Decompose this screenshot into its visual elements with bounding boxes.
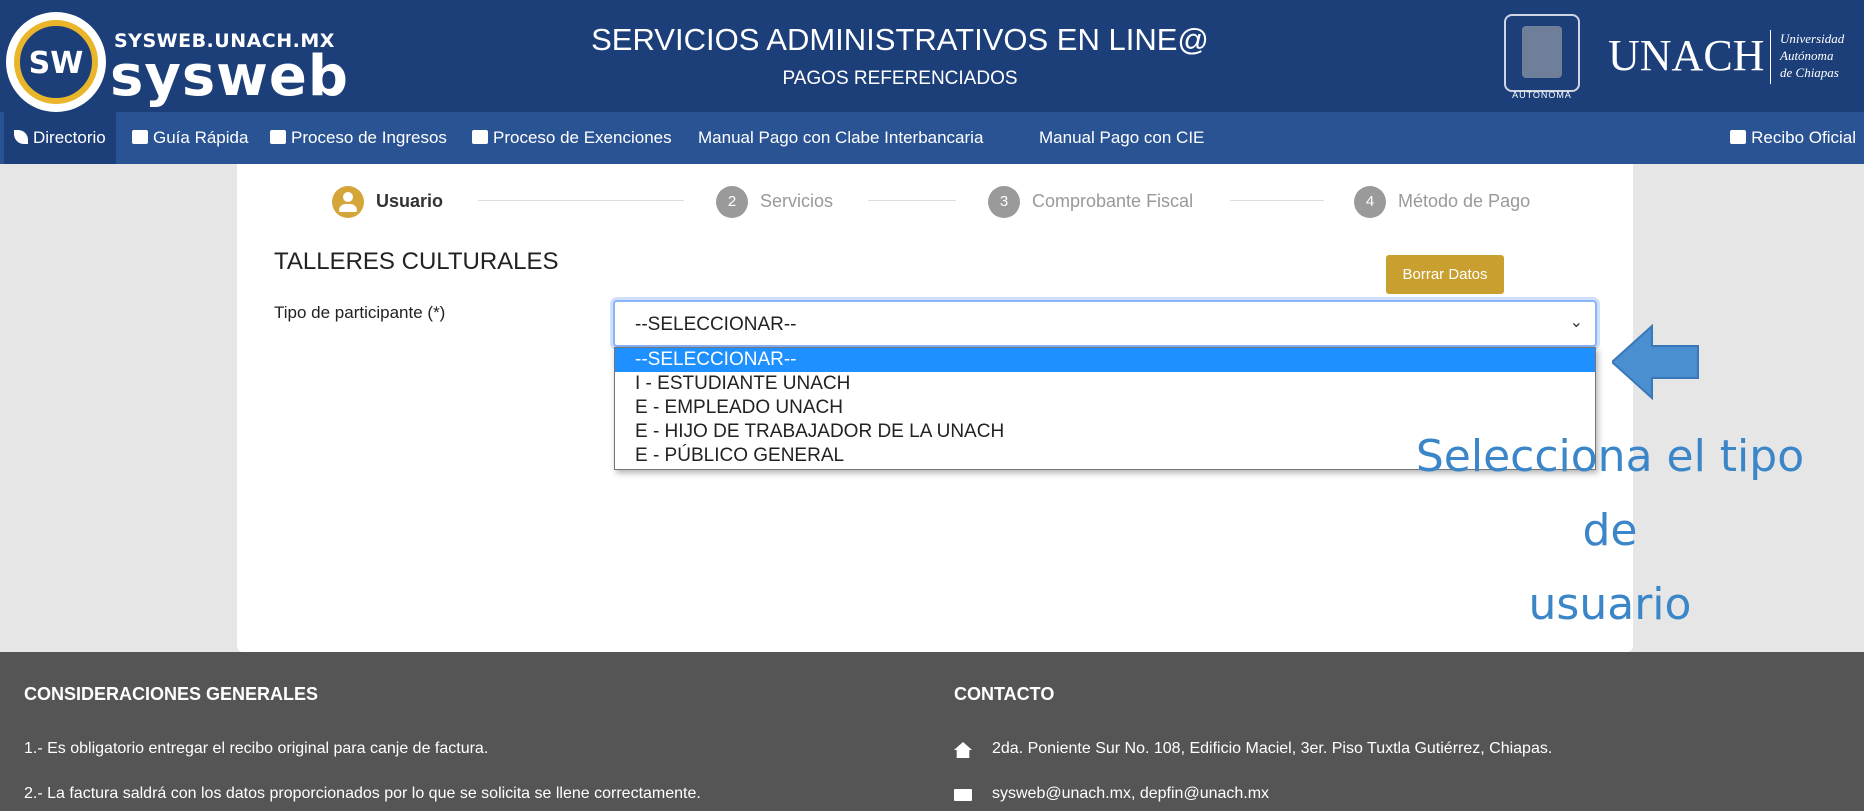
document-icon xyxy=(270,130,286,144)
page-subtitle: PAGOS REFERENCIADOS xyxy=(782,68,1018,89)
step-number: 3 xyxy=(988,186,1020,219)
nav-label: Recibo Oficial xyxy=(1751,128,1856,147)
step-label: Método de Pago xyxy=(1398,191,1531,211)
university-full-name: Universidad Autónoma de Chiapas xyxy=(1780,30,1844,81)
contact-email[interactable]: sysweb@unach.mx, depfin@unach.mx xyxy=(992,785,1269,803)
contact-address: 2da. Poniente Sur No. 108, Edificio Maci… xyxy=(992,740,1553,757)
phone-icon xyxy=(14,130,28,144)
consideration-item: 2.- La factura saldrá con los datos prop… xyxy=(24,785,701,802)
document-icon xyxy=(1730,130,1747,144)
university-line-1: Universidad xyxy=(1780,31,1845,46)
step-connector xyxy=(1230,200,1324,201)
user-icon xyxy=(332,186,364,219)
university-line-3: de Chiapas xyxy=(1780,65,1839,80)
consideration-item: 1.- Es obligatorio entregar el recibo or… xyxy=(24,740,489,757)
nav-directorio[interactable]: Directorio xyxy=(4,112,116,164)
nav-recibo-oficial[interactable]: Recibo Oficial xyxy=(1730,112,1856,164)
nav-manual-clabe[interactable]: Manual Pago con Clabe Interbancaria xyxy=(698,112,984,289)
nav-proceso-exenciones[interactable]: Proceso de Exenciones xyxy=(472,112,672,164)
step-label: Usuario xyxy=(376,191,444,211)
step-number: 2 xyxy=(716,186,748,219)
page-title: SERVICIOS ADMINISTRATIVOS EN LINE@ xyxy=(591,22,1209,57)
clear-data-button[interactable]: Borrar Datos xyxy=(1386,255,1504,294)
seal-label: AUTONOMA xyxy=(1512,90,1572,100)
sysweb-logo[interactable]: SW SYSWEB.UNACH.MX sysweb xyxy=(6,8,348,112)
step-usuario[interactable]: Usuario xyxy=(332,186,444,219)
select-current-value: --SELECCIONAR-- xyxy=(635,314,797,335)
nav-proceso-ingresos[interactable]: Proceso de Ingresos xyxy=(270,112,447,164)
unach-seal-icon: AUTONOMA xyxy=(1496,10,1588,100)
book-icon xyxy=(132,130,148,144)
nav-manual-cie[interactable]: Manual Pago con CIE xyxy=(1039,112,1294,289)
participant-type-select[interactable]: --SELECCIONAR-- ⌄ xyxy=(613,300,1597,347)
logo-badge-text: SW xyxy=(28,46,84,81)
nav-label: Directorio xyxy=(33,128,106,147)
instruction-annotation: Selecciona el tipo de usuario xyxy=(1400,420,1820,642)
university-acronym: UNACH xyxy=(1608,31,1765,80)
annotation-line-1: Selecciona el tipo de xyxy=(1415,431,1805,556)
university-line-2: Autónoma xyxy=(1780,48,1834,63)
logo-name-text: sysweb xyxy=(110,44,349,109)
envelope-icon xyxy=(954,789,972,801)
step-connector xyxy=(868,200,956,201)
section-title: TALLERES CULTURALES xyxy=(274,248,559,275)
nav-label: Manual Pago con CIE xyxy=(1039,128,1205,147)
site-header: SW SYSWEB.UNACH.MX sysweb SERVICIOS ADMI… xyxy=(0,0,1864,112)
nav-guia-rapida[interactable]: Guía Rápida xyxy=(132,112,248,164)
nav-label: Proceso de Ingresos xyxy=(291,128,447,147)
nav-label: Manual Pago con Clabe Interbancaria xyxy=(698,128,984,147)
contact-heading: CONTACTO xyxy=(954,684,1055,704)
step-label: Servicios xyxy=(760,191,834,211)
option-seleccionar[interactable]: --SELECCIONAR-- xyxy=(615,348,1595,372)
nav-label: Guía Rápida xyxy=(153,128,249,147)
nav-label: Proceso de Exenciones xyxy=(493,128,672,147)
arrow-left-icon xyxy=(1612,323,1699,401)
option-estudiante-unach[interactable]: I - ESTUDIANTE UNACH xyxy=(615,372,1595,396)
participant-type-label: Tipo de participante (*) xyxy=(274,303,446,322)
annotation-line-2: usuario xyxy=(1528,579,1692,630)
option-empleado-unach[interactable]: E - EMPLEADO UNACH xyxy=(615,396,1595,420)
step-connector xyxy=(478,200,684,201)
step-number: 4 xyxy=(1354,186,1386,219)
step-comprobante-fiscal[interactable]: 3 Comprobante Fiscal xyxy=(988,186,1194,219)
considerations-heading: CONSIDERACIONES GENERALES xyxy=(24,684,319,704)
document-icon xyxy=(472,130,488,144)
university-divider xyxy=(1770,30,1771,84)
step-metodo-pago[interactable]: 4 Método de Pago xyxy=(1354,186,1531,219)
step-label: Comprobante Fiscal xyxy=(1032,191,1194,211)
sysweb-logo-emblem-icon: SW xyxy=(6,12,106,112)
step-servicios[interactable]: 2 Servicios xyxy=(716,186,834,219)
main-navbar: Directorio Guía Rápida Proceso de Ingres… xyxy=(0,112,1864,289)
chevron-down-icon: ⌄ xyxy=(1569,314,1583,331)
